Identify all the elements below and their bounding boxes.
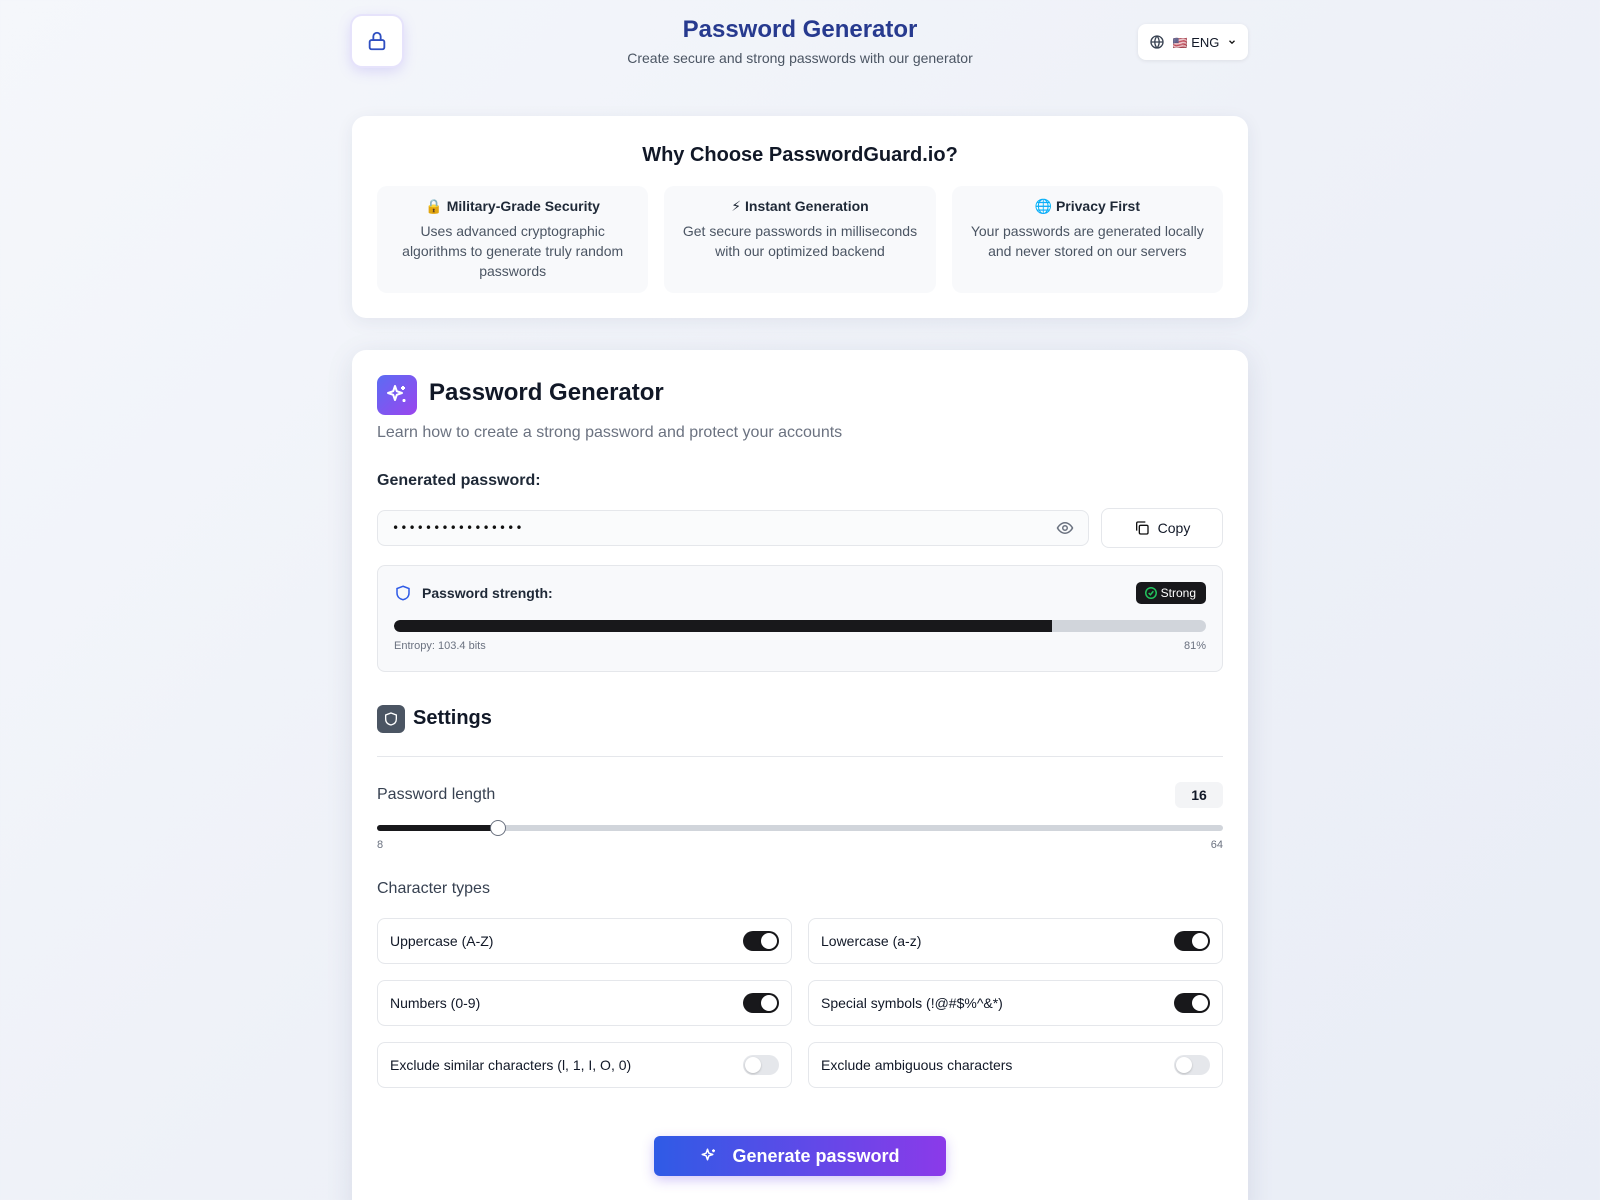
lock-emoji-icon: 🔒 [425, 198, 443, 214]
sparkles-icon [387, 385, 406, 402]
generate-password-button[interactable]: Generate password [654, 1136, 946, 1176]
shield-icon [385, 712, 397, 726]
feature-title: ⚡ Instant Generation [731, 198, 869, 214]
header: Password Generator Create secure and str… [352, 0, 1248, 100]
slider-thumb[interactable] [489, 820, 506, 836]
strength-label: Password strength: [422, 585, 553, 601]
shield-icon [396, 585, 410, 601]
slider-fill [377, 825, 498, 831]
feature-description: Your passwords are generated locally and… [970, 223, 1204, 259]
sparkles-icon [701, 1148, 716, 1161]
features-list: 🔒 Military-Grade Security Uses advanced … [377, 186, 1223, 293]
copy-button[interactable]: Copy [1101, 508, 1223, 548]
strength-bar-fill [394, 620, 1052, 632]
strength-header: Password strength: [394, 584, 553, 602]
globe-icon [1149, 35, 1164, 49]
character-options: Uppercase (A-Z) Lowercase (a-z) Numbers … [377, 918, 1223, 1088]
settings-title: Settings [413, 707, 492, 729]
option-numbers[interactable]: Numbers (0-9) [377, 980, 792, 1026]
toggle-switch[interactable] [743, 1055, 779, 1075]
toggle-switch[interactable] [1174, 1055, 1210, 1075]
feature-description: Get secure passwords in milliseconds wit… [682, 223, 918, 259]
option-lowercase[interactable]: Lowercase (a-z) [808, 918, 1223, 964]
toggle-switch[interactable] [1174, 993, 1210, 1013]
language-selector[interactable]: 🇺🇸 ENG [1138, 24, 1248, 60]
copy-icon [1135, 521, 1149, 535]
check-circle-icon [1144, 587, 1157, 599]
settings-logo [377, 705, 405, 733]
length-label: Password length [377, 786, 496, 803]
password-output-field[interactable]: •••••••••••••••• [377, 510, 1089, 546]
toggle-switch[interactable] [743, 931, 779, 951]
option-exclude-ambiguous[interactable]: Exclude ambiguous characters [808, 1042, 1223, 1088]
toggle-switch[interactable] [1174, 931, 1210, 951]
why-choose-card: Why Choose PasswordGuard.io? 🔒 Military-… [352, 116, 1248, 318]
feature-privacy: 🌐 Privacy First Your passwords are gener… [951, 186, 1223, 293]
copy-label: Copy [1157, 520, 1191, 536]
generator-subtitle: Learn how to create a strong password an… [377, 424, 843, 441]
length-slider[interactable] [377, 820, 1223, 836]
length-max: 64 [1210, 839, 1223, 851]
divider [377, 756, 1223, 757]
entropy-text: Entropy: 103.4 bits [394, 640, 486, 652]
length-min: 8 [377, 839, 384, 851]
feature-description: Uses advanced cryptographic algorithms t… [402, 223, 624, 279]
strength-panel: Password strength: Strong Entropy: 103.4… [377, 565, 1223, 672]
eye-icon[interactable] [1056, 519, 1074, 537]
feature-title: 🔒 Military-Grade Security [425, 198, 600, 214]
lightning-icon: ⚡ [731, 198, 742, 214]
globe-emoji-icon: 🌐 [1034, 198, 1053, 214]
page-container: Password Generator Create secure and str… [352, 0, 1248, 1200]
generator-title: Password Generator [429, 379, 664, 406]
toggle-switch[interactable] [743, 993, 779, 1013]
strength-percent: 81% [1183, 640, 1206, 652]
chevron-down-icon [1229, 40, 1236, 45]
generator-card: Password Generator Learn how to create a… [352, 350, 1248, 1200]
language-label: ENG [1191, 34, 1220, 50]
feature-instant: ⚡ Instant Generation Get secure password… [664, 186, 936, 293]
feature-title: 🌐 Privacy First [1034, 198, 1141, 214]
strength-bar [394, 620, 1206, 632]
character-types-label: Character types [377, 880, 490, 897]
generated-password-label: Generated password: [377, 472, 541, 489]
strength-badge: Strong [1135, 582, 1206, 604]
page-title: Password Generator [682, 16, 918, 43]
page-subtitle: Create secure and strong passwords with … [627, 50, 973, 66]
length-value: 16 [1175, 782, 1223, 808]
password-value[interactable]: •••••••••••••••• [392, 521, 1056, 535]
feature-security: 🔒 Military-Grade Security Uses advanced … [377, 186, 649, 293]
option-symbols[interactable]: Special symbols (!@#$%^&*) [808, 980, 1223, 1026]
generator-logo [377, 375, 417, 415]
why-title: Why Choose PasswordGuard.io? [642, 144, 958, 166]
flag-icon: 🇺🇸 [1172, 35, 1188, 50]
option-uppercase[interactable]: Uppercase (A-Z) [377, 918, 792, 964]
option-exclude-similar[interactable]: Exclude similar characters (l, 1, I, O, … [377, 1042, 792, 1088]
